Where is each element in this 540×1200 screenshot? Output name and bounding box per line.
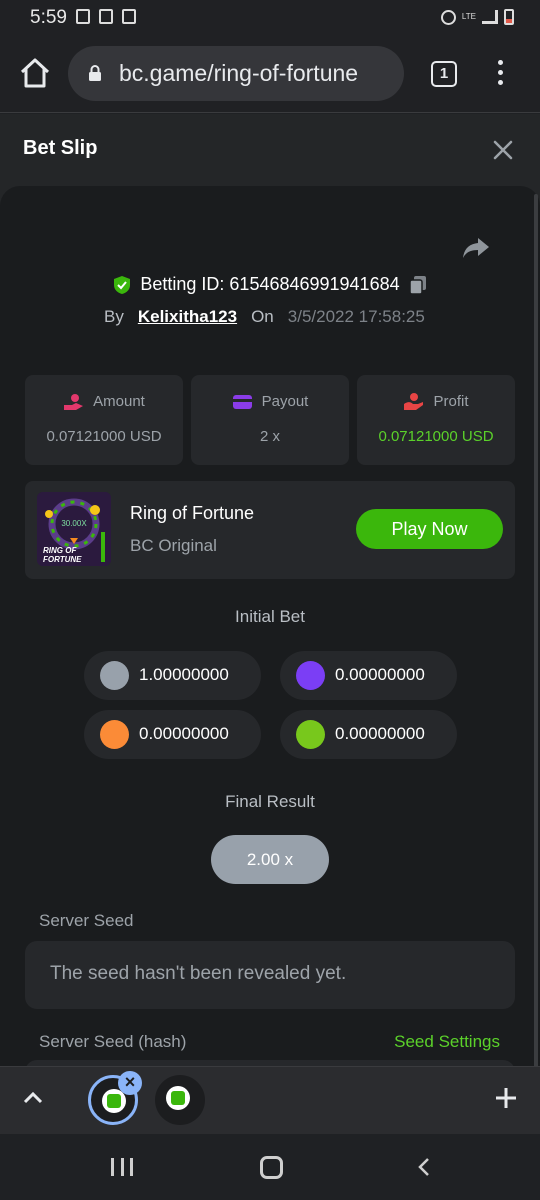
status-bar: 5:59 LTE — [0, 0, 540, 36]
server-seed-placeholder: The seed hasn't been revealed yet. — [50, 963, 347, 984]
thumb-multiplier: 30.00X — [61, 519, 87, 528]
chip-value: 0.00000000 — [139, 724, 229, 743]
tab-switcher-button[interactable]: 1 — [431, 61, 457, 87]
betting-id-row: Betting ID: 61546846991941684 — [0, 274, 540, 295]
copy-icon[interactable] — [408, 275, 427, 295]
amount-stat: Amount 0.07121000 USD — [25, 375, 183, 465]
url-text: bc.game/ring-of-fortune — [119, 60, 359, 86]
overflow-menu-icon[interactable] — [494, 60, 506, 88]
bet-details-card: Betting ID: 61546846991941684 By Kelixit… — [0, 186, 540, 1066]
profit-value: 0.07121000 USD — [378, 428, 494, 445]
recent-apps-icon[interactable] — [111, 1158, 133, 1176]
initial-bet-chip: 0.00000000 — [84, 710, 261, 759]
amount-label: Amount — [93, 393, 145, 410]
scrollbar[interactable] — [534, 194, 538, 1066]
server-seed-field[interactable]: The seed hasn't been revealed yet. — [25, 941, 515, 1009]
betting-id: Betting ID: 61546846991941684 — [140, 274, 400, 294]
alarm-icon — [440, 9, 456, 25]
orange-chip-dot — [100, 720, 129, 749]
profit-stat: Profit 0.07121000 USD — [357, 375, 515, 465]
close-tab-button[interactable]: × — [118, 1071, 142, 1095]
shield-check-icon — [114, 275, 131, 294]
chip-value: 0.00000000 — [335, 724, 425, 743]
server-seed-hash-label: Server Seed (hash) — [39, 1032, 187, 1051]
seed-settings-link[interactable]: Seed Settings — [394, 1032, 500, 1052]
system-icons: LTE — [440, 9, 514, 25]
on-label: On — [251, 307, 274, 326]
final-result-heading: Final Result — [225, 792, 315, 811]
initial-bet-chip: 0.00000000 — [280, 651, 457, 700]
initial-bet-chip: 1.00000000 — [84, 651, 261, 700]
by-label: By — [104, 307, 124, 326]
status-time: 5:59 — [30, 7, 67, 28]
home-icon[interactable] — [18, 56, 52, 90]
green-chip-dot — [296, 720, 325, 749]
chevron-up-icon[interactable] — [23, 1091, 43, 1105]
share-icon[interactable] — [462, 236, 490, 260]
back-icon[interactable] — [416, 1157, 432, 1177]
payout-value: 2 x — [259, 428, 280, 445]
system-nav-bar — [0, 1134, 540, 1200]
amount-icon — [64, 394, 84, 410]
thumb-title-line1: RING OF — [43, 546, 77, 555]
tab-inactive[interactable] — [155, 1075, 205, 1125]
notification-icons — [76, 9, 136, 24]
game-name: Ring of Fortune — [130, 503, 255, 523]
bc-game-logo-icon — [166, 1086, 190, 1110]
payout-label: Payout — [261, 393, 309, 410]
grey-chip-dot — [100, 661, 129, 690]
bet-datetime: 3/5/2022 17:58:25 — [287, 307, 425, 326]
thumb-title-line2: FORTUNE — [43, 555, 82, 564]
gallery-icon — [76, 9, 90, 24]
battery-icon — [504, 9, 514, 25]
initial-bet-chip: 0.00000000 — [280, 710, 457, 759]
payout-stat: Payout 2 x — [191, 375, 349, 465]
server-seed-label: Server Seed — [39, 911, 134, 930]
signal-icon — [482, 10, 498, 24]
bet-slip-page: Bet Slip Betting ID: 61546846991941684 B… — [0, 114, 540, 1066]
checkbox-icon — [122, 9, 136, 24]
purple-chip-dot — [296, 661, 325, 690]
initial-bet-heading: Initial Bet — [235, 607, 305, 626]
address-bar[interactable]: bc.game/ring-of-fortune — [68, 46, 404, 101]
hourglass-icon — [99, 9, 113, 24]
profit-icon — [404, 393, 424, 410]
play-now-button[interactable]: Play Now — [356, 509, 503, 549]
payout-icon — [232, 395, 252, 409]
game-provider: BC Original — [130, 536, 217, 555]
new-tab-icon[interactable] — [494, 1086, 518, 1110]
lte-indicator: LTE — [461, 12, 476, 21]
tab-strip: × — [0, 1066, 540, 1134]
home-nav-icon[interactable] — [260, 1156, 283, 1179]
browser-toolbar: bc.game/ring-of-fortune 1 — [0, 36, 540, 113]
username-link[interactable]: Kelixitha123 — [138, 307, 237, 327]
game-thumbnail[interactable]: 30.00X RING OF FORTUNE — [37, 492, 111, 566]
chip-value: 0.00000000 — [335, 665, 425, 684]
lock-icon — [89, 65, 101, 81]
bettor-row: By Kelixitha123 On 3/5/2022 17:58:25 — [104, 307, 425, 327]
final-result-badge: 2.00 x — [211, 835, 329, 884]
profit-label: Profit — [433, 393, 469, 410]
game-card: 30.00X RING OF FORTUNE Ring of Fortune B… — [25, 481, 515, 579]
close-icon[interactable] — [492, 139, 514, 161]
chip-value: 1.00000000 — [139, 665, 229, 684]
page-title: Bet Slip — [23, 137, 98, 159]
amount-value: 0.07121000 USD — [46, 428, 162, 445]
